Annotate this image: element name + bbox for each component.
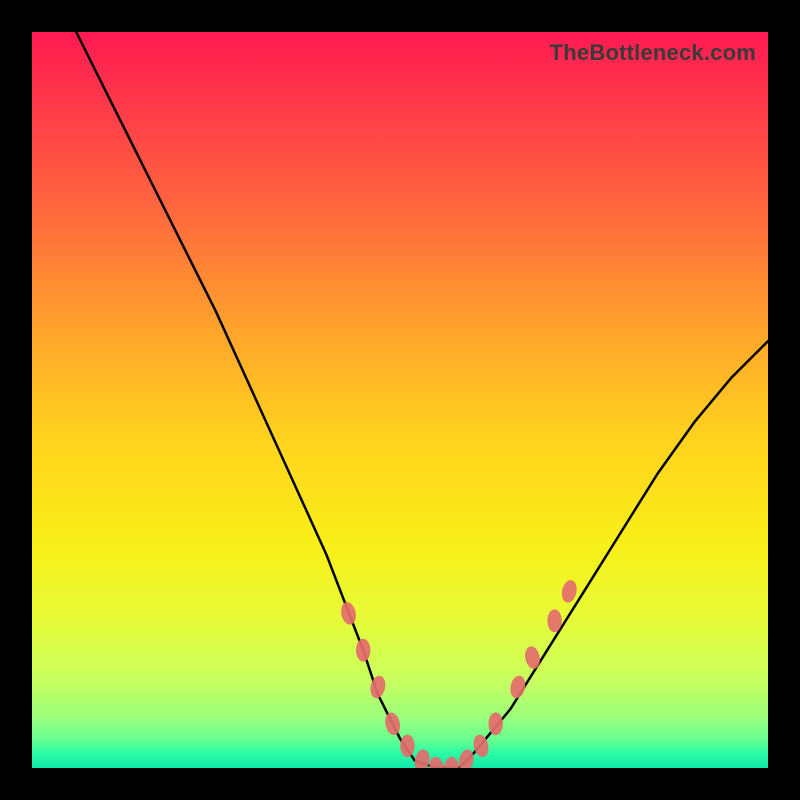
curve-primary-curve	[76, 32, 768, 768]
chart-plot-area: TheBottleneck.com	[32, 32, 768, 768]
marker-point	[560, 579, 579, 604]
marker-point	[427, 755, 446, 768]
marker-point	[547, 609, 561, 632]
marker-point	[400, 735, 414, 758]
marker-point	[523, 645, 542, 670]
marker-point	[339, 601, 358, 626]
marker-point	[444, 757, 458, 768]
marker-point	[489, 712, 503, 735]
marker-point	[383, 711, 402, 736]
marker-point	[508, 674, 527, 699]
chart-svg	[32, 32, 768, 768]
marker-point	[457, 748, 476, 768]
watermark-text: TheBottleneck.com	[550, 40, 756, 66]
marker-point	[356, 639, 370, 662]
chart-frame: TheBottleneck.com	[0, 0, 800, 800]
